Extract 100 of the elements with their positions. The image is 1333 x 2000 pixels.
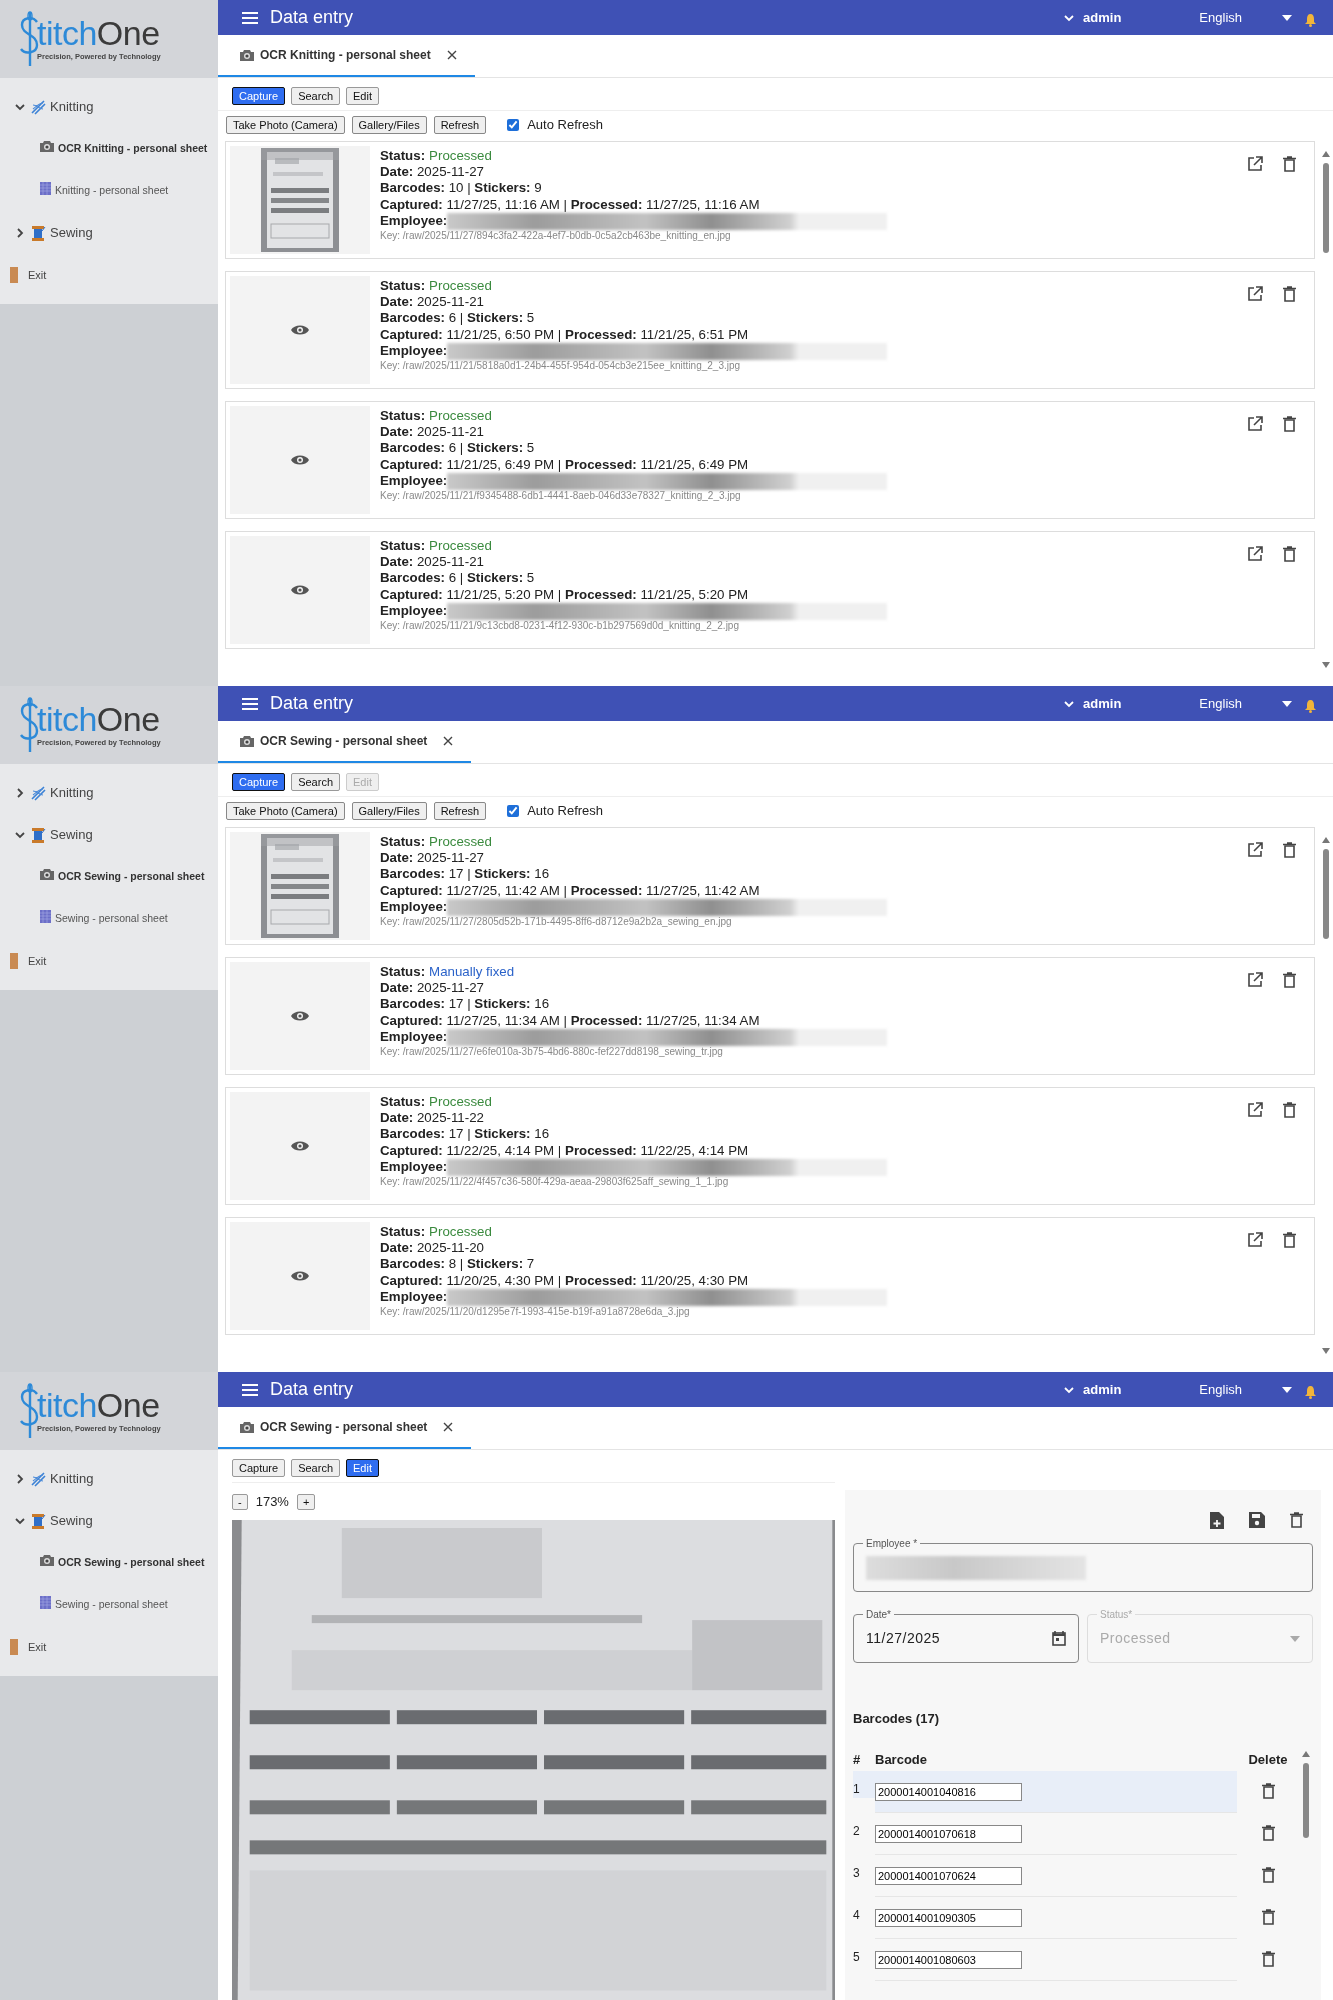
zoom-out-button[interactable]: - bbox=[232, 1493, 248, 1510]
action-button[interactable]: Take Photo (Camera) bbox=[226, 801, 345, 820]
mode-tab[interactable]: Search bbox=[291, 773, 340, 791]
trash-icon[interactable] bbox=[1261, 1782, 1275, 1799]
thumbnail-placeholder[interactable] bbox=[230, 1221, 370, 1330]
external-link-icon[interactable] bbox=[1247, 155, 1263, 172]
mode-tab[interactable]: Edit bbox=[346, 87, 379, 105]
sidebar-subitem[interactable]: Knitting - personal sheet bbox=[0, 170, 218, 212]
external-link-icon[interactable] bbox=[1247, 1101, 1263, 1118]
mode-tab[interactable]: Search bbox=[291, 1459, 340, 1477]
document-tab[interactable]: OCR Sewing - personal sheet bbox=[218, 721, 472, 763]
sidebar-item[interactable]: Sewing bbox=[0, 1500, 218, 1542]
calendar-icon[interactable] bbox=[1052, 1631, 1066, 1646]
sidebar-subitem[interactable]: Sewing - personal sheet bbox=[0, 898, 218, 940]
zoom-in-button[interactable]: + bbox=[296, 1493, 316, 1510]
chevron-right-icon[interactable] bbox=[14, 787, 26, 799]
document-tab[interactable]: OCR Sewing - personal sheet bbox=[218, 1407, 472, 1449]
trash-icon[interactable] bbox=[1283, 971, 1296, 988]
caret-down-icon[interactable] bbox=[1282, 700, 1292, 707]
trash-icon[interactable] bbox=[1283, 1101, 1296, 1118]
sidebar-subitem[interactable]: Sewing - personal sheet bbox=[0, 1584, 218, 1626]
action-button[interactable]: Refresh bbox=[433, 115, 487, 134]
chevron-down-icon[interactable] bbox=[14, 829, 26, 841]
thumbnail-placeholder[interactable] bbox=[230, 961, 370, 1070]
action-button[interactable]: Gallery/Files bbox=[351, 801, 427, 820]
trash-icon[interactable] bbox=[1261, 1950, 1275, 1967]
sidebar-item[interactable]: Knitting bbox=[0, 86, 218, 128]
sidebar-item[interactable]: Sewing bbox=[0, 814, 218, 856]
sidebar-subitem[interactable]: OCR Sewing - personal sheet bbox=[0, 856, 218, 898]
mode-tab[interactable]: Edit bbox=[346, 1459, 379, 1477]
document-tab[interactable]: OCR Knitting - personal sheet bbox=[218, 35, 475, 77]
close-icon[interactable] bbox=[443, 736, 454, 746]
language-select[interactable]: English bbox=[1199, 1379, 1242, 1400]
caret-down-icon[interactable] bbox=[1282, 14, 1292, 21]
trash-icon[interactable] bbox=[1283, 155, 1296, 172]
trash-icon[interactable] bbox=[1261, 1908, 1275, 1925]
trash-icon[interactable] bbox=[1261, 1866, 1275, 1883]
menu-icon[interactable] bbox=[242, 1383, 258, 1396]
thumbnail-placeholder[interactable] bbox=[230, 1091, 370, 1200]
user-menu[interactable]: admin bbox=[1083, 1379, 1122, 1400]
trash-icon[interactable] bbox=[1290, 1512, 1303, 1528]
language-select[interactable]: English bbox=[1199, 7, 1242, 28]
chevron-right-icon[interactable] bbox=[14, 1473, 26, 1485]
menu-icon[interactable] bbox=[242, 697, 258, 710]
mode-tab[interactable]: Capture bbox=[232, 1459, 286, 1477]
external-link-icon[interactable] bbox=[1247, 841, 1263, 858]
sidebar-item[interactable]: Sewing bbox=[0, 212, 218, 254]
trash-icon[interactable] bbox=[1283, 1231, 1296, 1248]
barcode-input[interactable]: 2000014001070624 bbox=[875, 1866, 1022, 1885]
barcode-input[interactable]: 2000014001080603 bbox=[875, 1950, 1022, 1969]
user-menu[interactable]: admin bbox=[1083, 693, 1122, 714]
caret-down-icon[interactable] bbox=[1282, 1386, 1292, 1393]
external-link-icon[interactable] bbox=[1247, 545, 1263, 562]
new-file-icon[interactable] bbox=[1210, 1512, 1224, 1529]
chevron-down-icon[interactable] bbox=[14, 1515, 26, 1527]
barcode-input[interactable]: 2000014001090305 bbox=[875, 1908, 1022, 1927]
record-card[interactable] bbox=[225, 140, 1315, 259]
trash-icon[interactable] bbox=[1283, 841, 1296, 858]
chevron-down-icon[interactable] bbox=[14, 101, 26, 113]
mode-tab[interactable]: Search bbox=[291, 87, 340, 105]
menu-icon[interactable] bbox=[242, 11, 258, 24]
barcode-input[interactable]: 2000014001040816 bbox=[875, 1782, 1022, 1801]
record-card[interactable]: Status: Processed Date: 2025-11-20 Barcodes: 8 | Stickers: 7 Captured: 11/20/25, 4:30 PM | Processed: 11/20/25, 4:30 PM Employee: Key: /raw/2025/11/20/d1295e7f-1993-415e-b19f-a91a8728e6da_3.jpg bbox=[225, 1216, 1315, 1335]
sidebar-item[interactable]: Exit bbox=[0, 940, 218, 982]
row-number: 2 bbox=[853, 1822, 861, 1840]
mode-tab[interactable]: Capture bbox=[232, 87, 286, 105]
record-card[interactable] bbox=[225, 826, 1315, 945]
bell-icon[interactable] bbox=[1304, 12, 1317, 27]
thumbnail-placeholder[interactable] bbox=[230, 405, 370, 514]
sidebar-item[interactable]: Exit bbox=[0, 254, 218, 296]
action-button[interactable]: Take Photo (Camera) bbox=[226, 115, 345, 134]
bell-icon[interactable] bbox=[1304, 1384, 1317, 1399]
trash-icon[interactable] bbox=[1283, 415, 1296, 432]
trash-icon[interactable] bbox=[1261, 1824, 1275, 1841]
action-button[interactable]: Gallery/Files bbox=[351, 115, 427, 134]
sidebar-item[interactable]: Exit bbox=[0, 1626, 218, 1668]
mode-tab[interactable]: Capture bbox=[232, 773, 286, 791]
external-link-icon[interactable] bbox=[1247, 415, 1263, 432]
sidebar-item[interactable]: Knitting bbox=[0, 1458, 218, 1500]
chevron-right-icon[interactable] bbox=[14, 227, 26, 239]
sidebar-subitem[interactable]: OCR Sewing - personal sheet bbox=[0, 1542, 218, 1584]
close-icon[interactable] bbox=[446, 50, 457, 60]
sidebar-item[interactable]: Knitting bbox=[0, 772, 218, 814]
auto-refresh-checkbox[interactable] bbox=[507, 804, 520, 817]
thumbnail-placeholder[interactable] bbox=[230, 535, 370, 644]
trash-icon[interactable] bbox=[1283, 545, 1296, 562]
sidebar-subitem[interactable]: OCR Knitting - personal sheet bbox=[0, 128, 218, 170]
barcode-input[interactable]: 2000014001070618 bbox=[875, 1824, 1022, 1843]
language-select[interactable]: English bbox=[1199, 693, 1242, 714]
thumbnail-placeholder[interactable] bbox=[230, 275, 370, 384]
save-icon[interactable] bbox=[1249, 1512, 1265, 1528]
trash-icon[interactable] bbox=[1283, 285, 1296, 302]
auto-refresh-checkbox[interactable] bbox=[507, 118, 520, 131]
action-button[interactable]: Refresh bbox=[433, 801, 487, 820]
close-icon[interactable] bbox=[443, 1422, 454, 1432]
bell-icon[interactable] bbox=[1304, 698, 1317, 713]
external-link-icon[interactable] bbox=[1247, 285, 1263, 302]
user-menu[interactable]: admin bbox=[1083, 7, 1122, 28]
external-link-icon[interactable] bbox=[1247, 1231, 1263, 1248]
external-link-icon[interactable] bbox=[1247, 971, 1263, 988]
